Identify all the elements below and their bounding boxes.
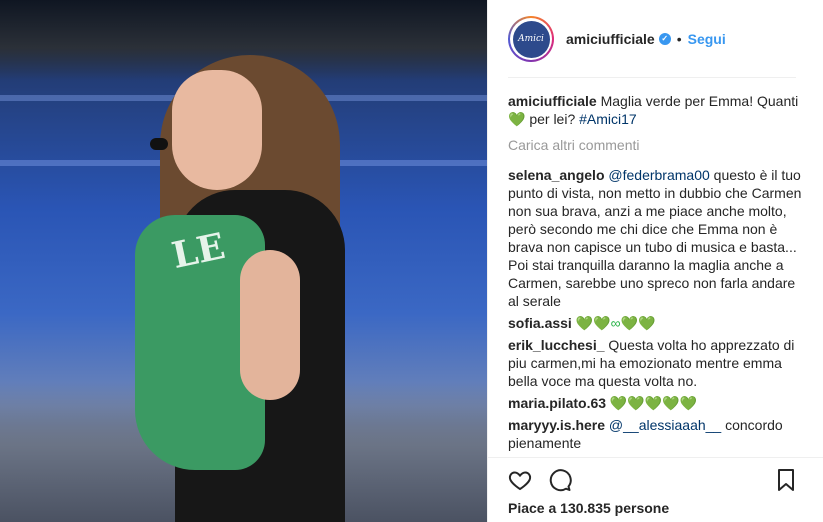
bookmark-icon[interactable] (776, 468, 796, 495)
comment-item: maria.pilato.63 💚💚💚💚💚 (508, 394, 803, 412)
comment-mention[interactable]: @federbrama00 (608, 167, 709, 183)
comment-username[interactable]: erik_lucchesi_ (508, 337, 605, 353)
post-caption: amiciufficiale Maglia verde per Emma! Qu… (508, 92, 803, 128)
heart-outline-icon[interactable] (508, 468, 532, 495)
caption-username[interactable]: amiciufficiale (508, 93, 597, 109)
photo-person-arm (240, 250, 300, 400)
load-more-comments-link[interactable]: Carica altri commenti (508, 136, 803, 154)
post-header: Amici amiciufficiale ✓ • Segui (488, 0, 823, 78)
comment-username[interactable]: maria.pilato.63 (508, 395, 606, 411)
follow-button[interactable]: Segui (688, 31, 726, 47)
likes-count[interactable]: Piace a 130.835 persone (508, 500, 669, 516)
green-heart-emoji: 💚 (508, 111, 526, 127)
comment-username[interactable]: selena_angelo (508, 167, 605, 183)
comment-item: maryyy.is.here @__alessiaaah__ concordo … (508, 416, 803, 452)
avatar: Amici (512, 20, 550, 58)
post-actions-bar (488, 457, 823, 502)
header-divider (508, 77, 796, 78)
comment-mention[interactable]: @__alessiaaah__ (609, 417, 721, 433)
comment-text: questo è il tuo punto di vista, non mett… (508, 167, 802, 309)
comment-item: sofia.assi 💚💚∞💚💚 (508, 314, 803, 332)
likes-prefix: Piace a (508, 500, 561, 516)
comment-item: selena_angelo @federbrama00 questo è il … (508, 166, 803, 310)
caption-text-after: per lei? (525, 111, 580, 127)
comment-text: 💚💚💚💚💚 (606, 395, 698, 411)
photo-person-face (172, 70, 262, 190)
photo-headset-mic (150, 138, 168, 150)
comment-username[interactable]: sofia.assi (508, 315, 572, 331)
comment-item: erik_lucchesi_ Questa volta ho apprezzat… (508, 336, 803, 390)
header-separator: • (676, 31, 682, 47)
instagram-post: LE Amici amiciufficiale ✓ • Segui amiciu… (0, 0, 823, 522)
comment-bubble-icon[interactable] (548, 468, 572, 495)
comment-text: 💚💚∞💚💚 (571, 315, 656, 331)
verified-badge-icon: ✓ (658, 33, 671, 45)
post-sidebar: Amici amiciufficiale ✓ • Segui amiciuffi… (487, 0, 823, 522)
caption-hashtag[interactable]: #Amici17 (579, 111, 637, 127)
comment-username[interactable]: maryyy.is.here (508, 417, 605, 433)
comments-list[interactable]: amiciufficiale Maglia verde per Emma! Qu… (508, 92, 803, 457)
post-photo[interactable]: LE (0, 0, 487, 522)
header-username[interactable]: amiciufficiale (566, 31, 655, 47)
likes-suffix: persone (610, 500, 670, 516)
story-ring[interactable]: Amici (508, 16, 554, 62)
caption-text: Maglia verde per Emma! Quanti (600, 93, 799, 109)
likes-number: 130.835 (560, 500, 611, 516)
